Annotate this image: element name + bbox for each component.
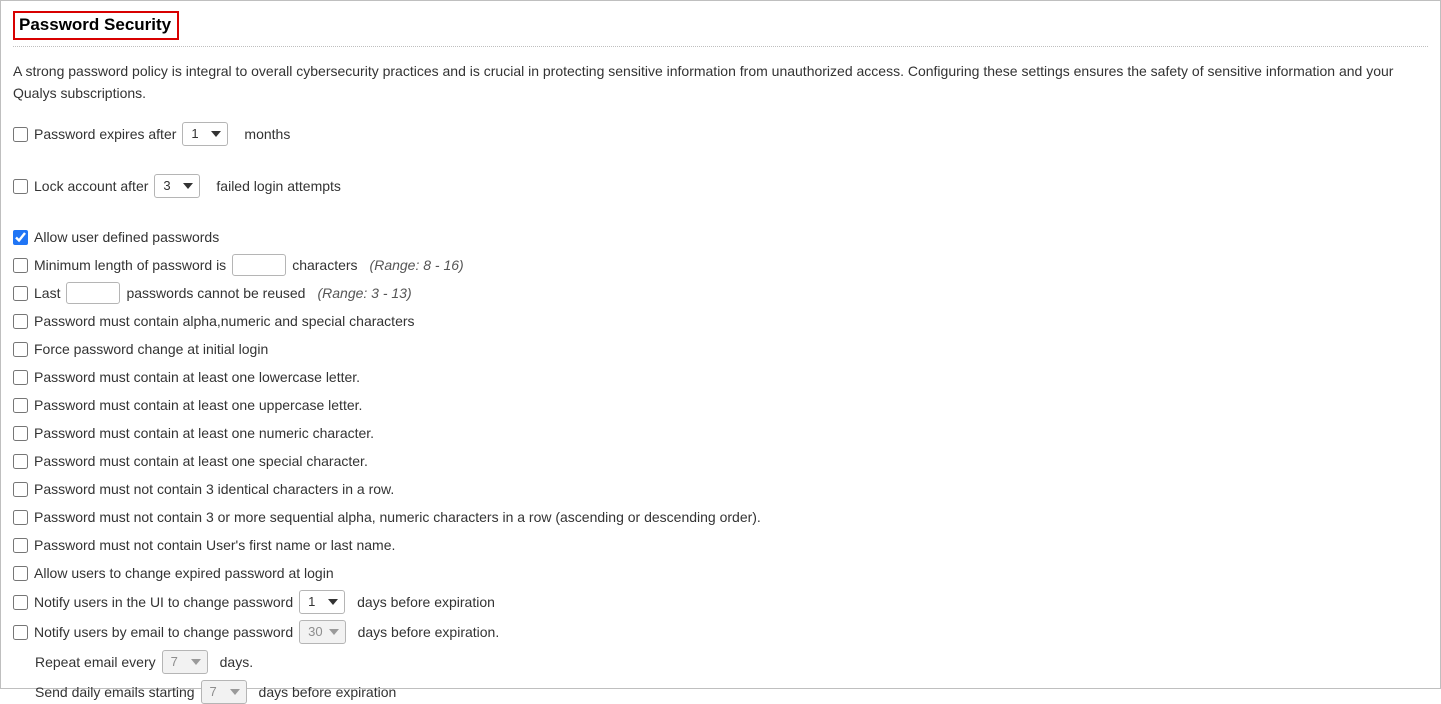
chk-one-upper[interactable] (13, 398, 28, 413)
chk-password-expires[interactable] (13, 127, 28, 142)
chk-alpha-num-special[interactable] (13, 314, 28, 329)
lbl-daily-emails-suffix: days before expiration (259, 682, 397, 702)
row-notify-email: Notify users by email to change password… (13, 620, 1428, 644)
lbl-repeat-email-suffix: days. (220, 652, 253, 672)
sel-password-expires-value: 1 (191, 124, 198, 144)
row-last-passwords: Last passwords cannot be reused (Range: … (13, 282, 1428, 304)
lbl-one-special: Password must contain at least one speci… (34, 451, 368, 471)
row-one-numeric: Password must contain at least one numer… (13, 422, 1428, 444)
row-no-name: Password must not contain User's first n… (13, 534, 1428, 556)
row-change-expired: Allow users to change expired password a… (13, 562, 1428, 584)
chevron-down-icon (191, 659, 201, 665)
lbl-password-expires: Password expires after (34, 124, 176, 144)
row-one-upper: Password must contain at least one upper… (13, 394, 1428, 416)
lbl-one-upper: Password must contain at least one upper… (34, 395, 362, 415)
lbl-notify-ui-suffix: days before expiration (357, 592, 495, 612)
chk-last-passwords[interactable] (13, 286, 28, 301)
chevron-down-icon (230, 689, 240, 695)
sel-repeat-email[interactable]: 7 (162, 650, 208, 674)
chk-lock-account[interactable] (13, 179, 28, 194)
lbl-lock-account: Lock account after (34, 176, 148, 196)
section-title: Password Security (13, 11, 179, 40)
row-no-3-seq: Password must not contain 3 or more sequ… (13, 506, 1428, 528)
lbl-one-numeric: Password must contain at least one numer… (34, 423, 374, 443)
sel-daily-emails[interactable]: 7 (201, 680, 247, 704)
lbl-last-suffix: passwords cannot be reused (126, 283, 305, 303)
row-password-expires: Password expires after 1 months (13, 122, 1428, 146)
chk-one-numeric[interactable] (13, 426, 28, 441)
row-one-lower: Password must contain at least one lower… (13, 366, 1428, 388)
lbl-notify-ui-pre: Notify users in the UI to change passwor… (34, 592, 293, 612)
chk-notify-email[interactable] (13, 625, 28, 640)
lbl-last-pre: Last (34, 283, 60, 303)
lbl-alpha-num-special: Password must contain alpha,numeric and … (34, 311, 415, 331)
password-security-panel: Password Security A strong password poli… (0, 0, 1441, 689)
chevron-down-icon (183, 183, 193, 189)
sel-notify-ui-value: 1 (308, 592, 315, 612)
lbl-one-lower: Password must contain at least one lower… (34, 367, 360, 387)
row-notify-ui: Notify users in the UI to change passwor… (13, 590, 1428, 614)
lbl-min-length-pre: Minimum length of password is (34, 255, 226, 275)
chk-one-lower[interactable] (13, 370, 28, 385)
row-force-initial: Force password change at initial login (13, 338, 1428, 360)
chevron-down-icon (328, 599, 338, 605)
lbl-repeat-email-pre: Repeat email every (35, 652, 156, 672)
row-no-3-identical: Password must not contain 3 identical ch… (13, 478, 1428, 500)
input-last-passwords[interactable] (66, 282, 120, 304)
lbl-no-name: Password must not contain User's first n… (34, 535, 395, 555)
intro-text: A strong password policy is integral to … (13, 61, 1428, 104)
lbl-no-3-identical: Password must not contain 3 identical ch… (34, 479, 394, 499)
row-alpha-num-special: Password must contain alpha,numeric and … (13, 310, 1428, 332)
chk-min-length[interactable] (13, 258, 28, 273)
sel-notify-ui[interactable]: 1 (299, 590, 345, 614)
lbl-min-length-suffix: characters (292, 255, 357, 275)
lbl-allow-user-defined: Allow user defined passwords (34, 227, 219, 247)
row-lock-account: Lock account after 3 failed login attemp… (13, 174, 1428, 198)
chk-no-3-identical[interactable] (13, 482, 28, 497)
chevron-down-icon (211, 131, 221, 137)
chk-no-3-seq[interactable] (13, 510, 28, 525)
chk-force-initial[interactable] (13, 342, 28, 357)
lbl-no-3-seq: Password must not contain 3 or more sequ… (34, 507, 761, 527)
hint-last-passwords: (Range: 3 - 13) (317, 283, 411, 303)
sel-notify-email-value: 30 (308, 622, 322, 642)
chk-notify-ui[interactable] (13, 595, 28, 610)
suffix-lock-account: failed login attempts (216, 176, 341, 196)
lbl-daily-emails-pre: Send daily emails starting (35, 682, 195, 702)
sel-password-expires[interactable]: 1 (182, 122, 228, 146)
sel-repeat-email-value: 7 (171, 652, 178, 672)
chevron-down-icon (329, 629, 339, 635)
chk-one-special[interactable] (13, 454, 28, 469)
sel-daily-emails-value: 7 (210, 682, 217, 702)
row-min-length: Minimum length of password is characters… (13, 254, 1428, 276)
row-daily-emails: Send daily emails starting 7 days before… (13, 680, 1428, 704)
row-one-special: Password must contain at least one speci… (13, 450, 1428, 472)
sel-notify-email[interactable]: 30 (299, 620, 345, 644)
lbl-change-expired: Allow users to change expired password a… (34, 563, 334, 583)
suffix-password-expires: months (244, 124, 290, 144)
lbl-notify-email-suffix: days before expiration. (358, 622, 500, 642)
lbl-notify-email-pre: Notify users by email to change password (34, 622, 293, 642)
chk-change-expired[interactable] (13, 566, 28, 581)
hint-min-length: (Range: 8 - 16) (370, 255, 464, 275)
sel-lock-account[interactable]: 3 (154, 174, 200, 198)
sel-lock-account-value: 3 (163, 176, 170, 196)
lbl-force-initial: Force password change at initial login (34, 339, 268, 359)
title-row: Password Security (13, 11, 1428, 47)
row-repeat-email: Repeat email every 7 days. (13, 650, 1428, 674)
input-min-length[interactable] (232, 254, 286, 276)
chk-no-name[interactable] (13, 538, 28, 553)
chk-allow-user-defined[interactable] (13, 230, 28, 245)
row-allow-user-defined: Allow user defined passwords (13, 226, 1428, 248)
